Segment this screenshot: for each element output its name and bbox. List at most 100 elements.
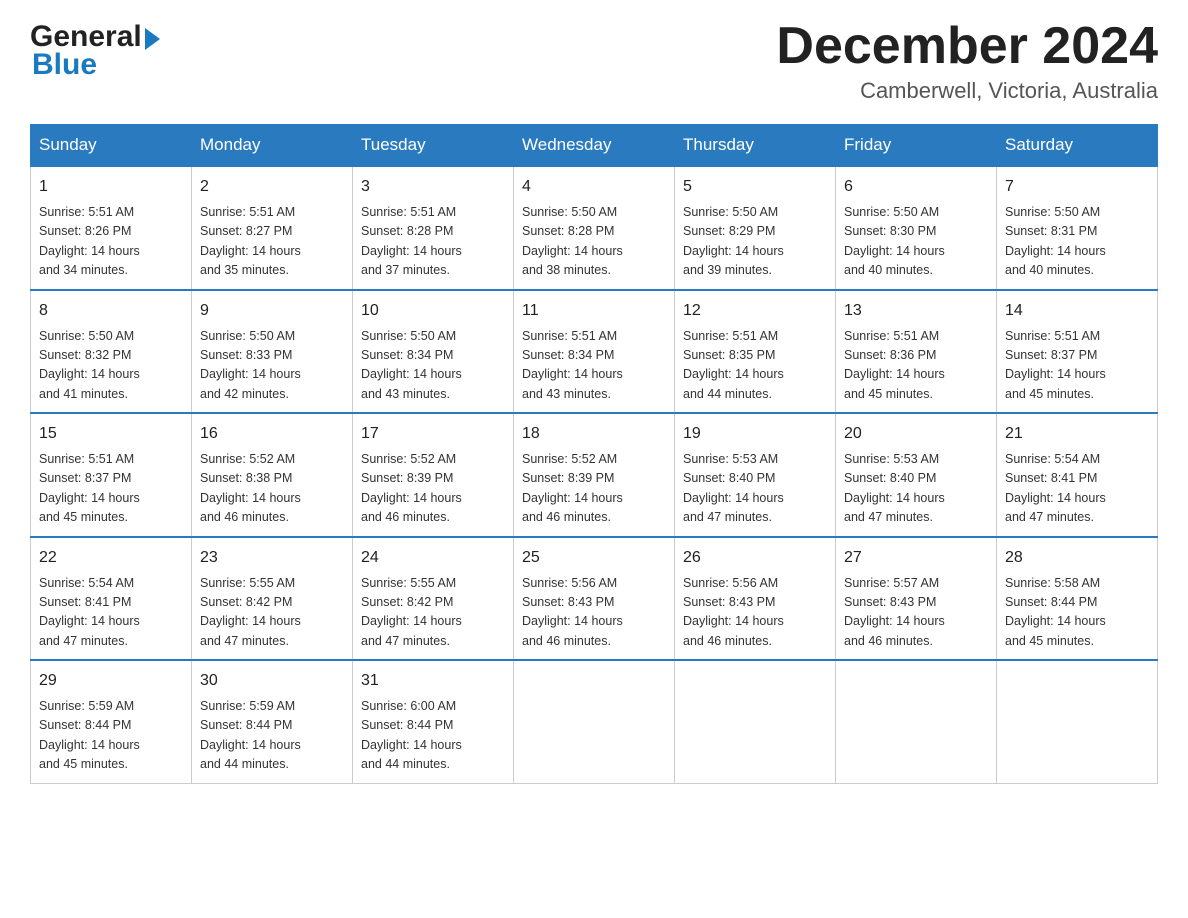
day-number: 29 xyxy=(39,669,183,693)
day-cell-2: 2 Sunrise: 5:51 AMSunset: 8:27 PMDaylight… xyxy=(192,166,353,290)
day-info: Sunrise: 5:50 AMSunset: 8:28 PMDaylight:… xyxy=(522,203,666,281)
day-info: Sunrise: 5:56 AMSunset: 8:43 PMDaylight:… xyxy=(683,574,827,652)
day-info: Sunrise: 5:58 AMSunset: 8:44 PMDaylight:… xyxy=(1005,574,1149,652)
day-info: Sunrise: 5:57 AMSunset: 8:43 PMDaylight:… xyxy=(844,574,988,652)
day-info: Sunrise: 5:52 AMSunset: 8:38 PMDaylight:… xyxy=(200,450,344,528)
month-title: December 2024 xyxy=(776,20,1158,72)
day-cell-30: 30 Sunrise: 5:59 AMSunset: 8:44 PMDayligh… xyxy=(192,660,353,783)
logo-blue: Blue xyxy=(32,48,97,82)
day-info: Sunrise: 5:53 AMSunset: 8:40 PMDaylight:… xyxy=(683,450,827,528)
day-cell-24: 24Sunrise: 5:55 AMSunset: 8:42 PMDayligh… xyxy=(353,537,514,661)
day-cell-5: 5 Sunrise: 5:50 AMSunset: 8:29 PMDaylight… xyxy=(675,166,836,290)
day-info: Sunrise: 5:53 AMSunset: 8:40 PMDaylight:… xyxy=(844,450,988,528)
day-number: 14 xyxy=(1005,299,1149,323)
day-cell-21: 21 Sunrise: 5:54 AMSunset: 8:41 PMDayligh… xyxy=(997,413,1158,537)
day-info: Sunrise: 5:51 AMSunset: 8:36 PMDaylight:… xyxy=(844,327,988,405)
day-number: 23 xyxy=(200,546,344,570)
day-number: 8 xyxy=(39,299,183,323)
title-section: December 2024 Camberwell, Victoria, Aust… xyxy=(776,20,1158,104)
week-row-2: 8 Sunrise: 5:50 AMSunset: 8:32 PMDaylight… xyxy=(31,290,1158,414)
day-number: 26 xyxy=(683,546,827,570)
day-info: Sunrise: 5:54 AMSunset: 8:41 PMDaylight:… xyxy=(1005,450,1149,528)
day-cell-4: 4Sunrise: 5:50 AMSunset: 8:28 PMDaylight… xyxy=(514,166,675,290)
day-info: Sunrise: 5:51 AMSunset: 8:35 PMDaylight:… xyxy=(683,327,827,405)
day-cell-23: 23Sunrise: 5:55 AMSunset: 8:42 PMDayligh… xyxy=(192,537,353,661)
day-number: 28 xyxy=(1005,546,1149,570)
day-cell-14: 14Sunrise: 5:51 AMSunset: 8:37 PMDayligh… xyxy=(997,290,1158,414)
day-number: 6 xyxy=(844,175,988,199)
day-cell-16: 16 Sunrise: 5:52 AMSunset: 8:38 PMDayligh… xyxy=(192,413,353,537)
day-info: Sunrise: 5:50 AMSunset: 8:32 PMDaylight:… xyxy=(39,327,183,405)
day-number: 7 xyxy=(1005,175,1149,199)
day-info: Sunrise: 5:50 AMSunset: 8:33 PMDaylight:… xyxy=(200,327,344,405)
empty-cell xyxy=(675,660,836,783)
day-cell-20: 20 Sunrise: 5:53 AMSunset: 8:40 PMDayligh… xyxy=(836,413,997,537)
page-header: General Blue December 2024 Camberwell, V… xyxy=(30,20,1158,104)
day-cell-29: 29Sunrise: 5:59 AMSunset: 8:44 PMDayligh… xyxy=(31,660,192,783)
day-number: 30 xyxy=(200,669,344,693)
day-info: Sunrise: 5:50 AMSunset: 8:34 PMDaylight:… xyxy=(361,327,505,405)
day-number: 22 xyxy=(39,546,183,570)
day-number: 27 xyxy=(844,546,988,570)
day-info: Sunrise: 5:59 AMSunset: 8:44 PMDaylight:… xyxy=(200,697,344,775)
empty-cell xyxy=(514,660,675,783)
day-cell-1: 1 Sunrise: 5:51 AMSunset: 8:26 PMDaylight… xyxy=(31,166,192,290)
day-cell-22: 22Sunrise: 5:54 AMSunset: 8:41 PMDayligh… xyxy=(31,537,192,661)
header-row: SundayMondayTuesdayWednesdayThursdayFrid… xyxy=(31,125,1158,167)
day-cell-28: 28 Sunrise: 5:58 AMSunset: 8:44 PMDayligh… xyxy=(997,537,1158,661)
day-number: 1 xyxy=(39,175,183,199)
day-number: 2 xyxy=(200,175,344,199)
day-cell-6: 6Sunrise: 5:50 AMSunset: 8:30 PMDaylight… xyxy=(836,166,997,290)
day-cell-13: 13 Sunrise: 5:51 AMSunset: 8:36 PMDayligh… xyxy=(836,290,997,414)
day-number: 13 xyxy=(844,299,988,323)
day-number: 20 xyxy=(844,422,988,446)
day-number: 31 xyxy=(361,669,505,693)
day-cell-9: 9 Sunrise: 5:50 AMSunset: 8:33 PMDaylight… xyxy=(192,290,353,414)
day-info: Sunrise: 5:51 AMSunset: 8:27 PMDaylight:… xyxy=(200,203,344,281)
logo-arrow-icon xyxy=(145,28,160,50)
day-info: Sunrise: 5:52 AMSunset: 8:39 PMDaylight:… xyxy=(522,450,666,528)
day-number: 21 xyxy=(1005,422,1149,446)
day-info: Sunrise: 5:56 AMSunset: 8:43 PMDaylight:… xyxy=(522,574,666,652)
day-number: 10 xyxy=(361,299,505,323)
day-number: 12 xyxy=(683,299,827,323)
week-row-3: 15 Sunrise: 5:51 AMSunset: 8:37 PMDayligh… xyxy=(31,413,1158,537)
day-info: Sunrise: 6:00 AMSunset: 8:44 PMDaylight:… xyxy=(361,697,505,775)
day-cell-26: 26 Sunrise: 5:56 AMSunset: 8:43 PMDayligh… xyxy=(675,537,836,661)
col-header-tuesday: Tuesday xyxy=(353,125,514,167)
week-row-1: 1 Sunrise: 5:51 AMSunset: 8:26 PMDaylight… xyxy=(31,166,1158,290)
day-cell-12: 12 Sunrise: 5:51 AMSunset: 8:35 PMDayligh… xyxy=(675,290,836,414)
day-info: Sunrise: 5:51 AMSunset: 8:34 PMDaylight:… xyxy=(522,327,666,405)
day-number: 25 xyxy=(522,546,666,570)
day-info: Sunrise: 5:51 AMSunset: 8:26 PMDaylight:… xyxy=(39,203,183,281)
day-number: 5 xyxy=(683,175,827,199)
day-number: 18 xyxy=(522,422,666,446)
logo: General Blue xyxy=(30,20,160,82)
day-cell-17: 17 Sunrise: 5:52 AMSunset: 8:39 PMDayligh… xyxy=(353,413,514,537)
col-header-monday: Monday xyxy=(192,125,353,167)
day-info: Sunrise: 5:50 AMSunset: 8:29 PMDaylight:… xyxy=(683,203,827,281)
day-info: Sunrise: 5:51 AMSunset: 8:28 PMDaylight:… xyxy=(361,203,505,281)
day-cell-11: 11 Sunrise: 5:51 AMSunset: 8:34 PMDayligh… xyxy=(514,290,675,414)
day-info: Sunrise: 5:51 AMSunset: 8:37 PMDaylight:… xyxy=(39,450,183,528)
day-cell-3: 3 Sunrise: 5:51 AMSunset: 8:28 PMDaylight… xyxy=(353,166,514,290)
day-number: 9 xyxy=(200,299,344,323)
col-header-saturday: Saturday xyxy=(997,125,1158,167)
calendar-table: SundayMondayTuesdayWednesdayThursdayFrid… xyxy=(30,124,1158,784)
col-header-friday: Friday xyxy=(836,125,997,167)
day-number: 15 xyxy=(39,422,183,446)
day-cell-8: 8 Sunrise: 5:50 AMSunset: 8:32 PMDaylight… xyxy=(31,290,192,414)
day-number: 11 xyxy=(522,299,666,323)
day-cell-7: 7Sunrise: 5:50 AMSunset: 8:31 PMDaylight… xyxy=(997,166,1158,290)
day-number: 16 xyxy=(200,422,344,446)
day-info: Sunrise: 5:52 AMSunset: 8:39 PMDaylight:… xyxy=(361,450,505,528)
day-number: 17 xyxy=(361,422,505,446)
day-cell-18: 18 Sunrise: 5:52 AMSunset: 8:39 PMDayligh… xyxy=(514,413,675,537)
day-cell-27: 27 Sunrise: 5:57 AMSunset: 8:43 PMDayligh… xyxy=(836,537,997,661)
col-header-wednesday: Wednesday xyxy=(514,125,675,167)
day-info: Sunrise: 5:55 AMSunset: 8:42 PMDaylight:… xyxy=(361,574,505,652)
day-number: 3 xyxy=(361,175,505,199)
day-cell-25: 25 Sunrise: 5:56 AMSunset: 8:43 PMDayligh… xyxy=(514,537,675,661)
day-cell-10: 10 Sunrise: 5:50 AMSunset: 8:34 PMDayligh… xyxy=(353,290,514,414)
day-cell-19: 19Sunrise: 5:53 AMSunset: 8:40 PMDayligh… xyxy=(675,413,836,537)
